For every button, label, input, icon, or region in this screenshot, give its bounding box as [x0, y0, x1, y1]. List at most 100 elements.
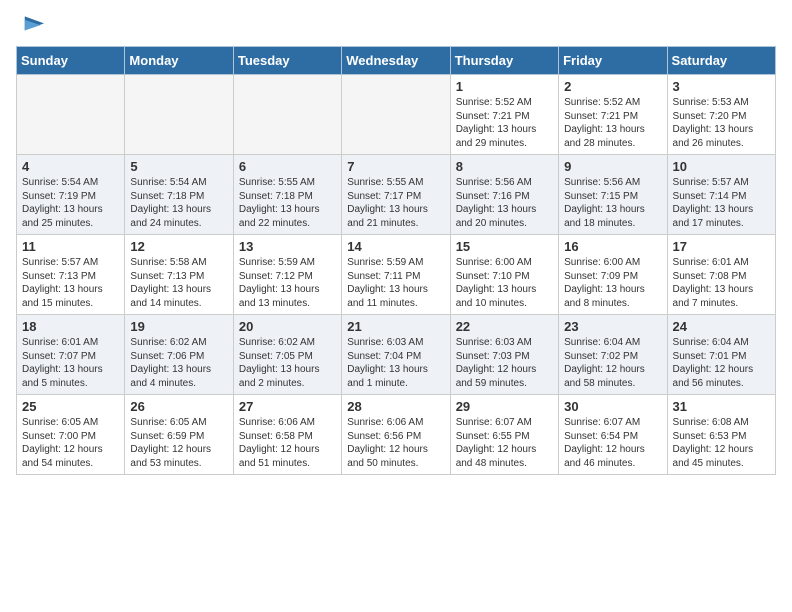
day-info: Sunrise: 6:07 AM Sunset: 6:54 PM Dayligh…	[564, 416, 661, 470]
day-number: 26	[130, 399, 227, 414]
day-number: 15	[456, 239, 553, 254]
day-info: Sunrise: 6:03 AM Sunset: 7:03 PM Dayligh…	[456, 336, 553, 390]
day-info: Sunrise: 6:00 AM Sunset: 7:09 PM Dayligh…	[564, 256, 661, 310]
day-info: Sunrise: 6:04 AM Sunset: 7:02 PM Dayligh…	[564, 336, 661, 390]
day-number: 27	[239, 399, 336, 414]
day-info: Sunrise: 5:56 AM Sunset: 7:15 PM Dayligh…	[564, 176, 661, 230]
calendar-day-cell	[17, 75, 125, 155]
calendar-day-cell: 24 Sunrise: 6:04 AM Sunset: 7:01 PM Dayli…	[667, 315, 775, 395]
day-info: Sunrise: 6:01 AM Sunset: 7:07 PM Dayligh…	[22, 336, 119, 390]
day-number: 23	[564, 319, 661, 334]
day-number: 20	[239, 319, 336, 334]
day-info: Sunrise: 6:05 AM Sunset: 6:59 PM Dayligh…	[130, 416, 227, 470]
day-info: Sunrise: 6:02 AM Sunset: 7:06 PM Dayligh…	[130, 336, 227, 390]
weekday-header-thursday: Thursday	[450, 47, 558, 75]
day-info: Sunrise: 5:55 AM Sunset: 7:18 PM Dayligh…	[239, 176, 336, 230]
day-number: 12	[130, 239, 227, 254]
calendar-week-row: 4 Sunrise: 5:54 AM Sunset: 7:19 PM Daylig…	[17, 155, 776, 235]
day-number: 24	[673, 319, 770, 334]
calendar-day-cell: 27 Sunrise: 6:06 AM Sunset: 6:58 PM Dayli…	[233, 395, 341, 475]
day-number: 16	[564, 239, 661, 254]
day-info: Sunrise: 5:59 AM Sunset: 7:11 PM Dayligh…	[347, 256, 444, 310]
calendar-day-cell: 31Sunrise: 6:08 AM Sunset: 6:53 PM Dayli…	[667, 395, 775, 475]
day-number: 14	[347, 239, 444, 254]
calendar-day-cell: 2 Sunrise: 5:52 AM Sunset: 7:21 PM Daylig…	[559, 75, 667, 155]
calendar-day-cell: 8 Sunrise: 5:56 AM Sunset: 7:16 PM Daylig…	[450, 155, 558, 235]
calendar-day-cell: 10 Sunrise: 5:57 AM Sunset: 7:14 PM Dayli…	[667, 155, 775, 235]
calendar-week-row: 25 Sunrise: 6:05 AM Sunset: 7:00 PM Dayli…	[17, 395, 776, 475]
calendar-day-cell: 22 Sunrise: 6:03 AM Sunset: 7:03 PM Dayli…	[450, 315, 558, 395]
calendar-day-cell: 16 Sunrise: 6:00 AM Sunset: 7:09 PM Dayli…	[559, 235, 667, 315]
page-header	[16, 16, 776, 36]
day-info: Sunrise: 6:06 AM Sunset: 6:56 PM Dayligh…	[347, 416, 444, 470]
day-number: 3	[673, 79, 770, 94]
calendar-day-cell: 28 Sunrise: 6:06 AM Sunset: 6:56 PM Dayli…	[342, 395, 450, 475]
calendar-week-row: 11Sunrise: 5:57 AM Sunset: 7:13 PM Dayli…	[17, 235, 776, 315]
weekday-header-sunday: Sunday	[17, 47, 125, 75]
calendar-day-cell	[233, 75, 341, 155]
day-info: Sunrise: 5:57 AM Sunset: 7:14 PM Dayligh…	[673, 176, 770, 230]
weekday-header-saturday: Saturday	[667, 47, 775, 75]
day-info: Sunrise: 5:58 AM Sunset: 7:13 PM Dayligh…	[130, 256, 227, 310]
logo	[16, 16, 48, 36]
day-number: 17	[673, 239, 770, 254]
calendar-day-cell: 12 Sunrise: 5:58 AM Sunset: 7:13 PM Dayli…	[125, 235, 233, 315]
calendar-header: SundayMondayTuesdayWednesdayThursdayFrid…	[17, 47, 776, 75]
day-number: 30	[564, 399, 661, 414]
day-info: Sunrise: 6:08 AM Sunset: 6:53 PM Dayligh…	[673, 416, 770, 470]
calendar-day-cell: 1 Sunrise: 5:52 AM Sunset: 7:21 PM Daylig…	[450, 75, 558, 155]
day-info: Sunrise: 6:01 AM Sunset: 7:08 PM Dayligh…	[673, 256, 770, 310]
calendar-week-row: 18 Sunrise: 6:01 AM Sunset: 7:07 PM Dayli…	[17, 315, 776, 395]
day-info: Sunrise: 6:06 AM Sunset: 6:58 PM Dayligh…	[239, 416, 336, 470]
calendar-day-cell: 4 Sunrise: 5:54 AM Sunset: 7:19 PM Daylig…	[17, 155, 125, 235]
day-info: Sunrise: 6:04 AM Sunset: 7:01 PM Dayligh…	[673, 336, 770, 390]
day-info: Sunrise: 5:56 AM Sunset: 7:16 PM Dayligh…	[456, 176, 553, 230]
day-number: 9	[564, 159, 661, 174]
calendar-day-cell: 7Sunrise: 5:55 AM Sunset: 7:17 PM Daylig…	[342, 155, 450, 235]
day-number: 5	[130, 159, 227, 174]
calendar-day-cell	[342, 75, 450, 155]
day-info: Sunrise: 6:00 AM Sunset: 7:10 PM Dayligh…	[456, 256, 553, 310]
weekday-header-friday: Friday	[559, 47, 667, 75]
day-info: Sunrise: 5:52 AM Sunset: 7:21 PM Dayligh…	[456, 96, 553, 150]
day-number: 1	[456, 79, 553, 94]
day-number: 10	[673, 159, 770, 174]
day-info: Sunrise: 6:05 AM Sunset: 7:00 PM Dayligh…	[22, 416, 119, 470]
day-number: 18	[22, 319, 119, 334]
day-info: Sunrise: 5:54 AM Sunset: 7:18 PM Dayligh…	[130, 176, 227, 230]
day-info: Sunrise: 5:53 AM Sunset: 7:20 PM Dayligh…	[673, 96, 770, 150]
day-info: Sunrise: 5:54 AM Sunset: 7:19 PM Dayligh…	[22, 176, 119, 230]
day-number: 11	[22, 239, 119, 254]
calendar-day-cell: 30 Sunrise: 6:07 AM Sunset: 6:54 PM Dayli…	[559, 395, 667, 475]
calendar-table: SundayMondayTuesdayWednesdayThursdayFrid…	[16, 46, 776, 475]
day-number: 28	[347, 399, 444, 414]
weekday-header-row: SundayMondayTuesdayWednesdayThursdayFrid…	[17, 47, 776, 75]
day-number: 8	[456, 159, 553, 174]
weekday-header-wednesday: Wednesday	[342, 47, 450, 75]
day-info: Sunrise: 5:59 AM Sunset: 7:12 PM Dayligh…	[239, 256, 336, 310]
calendar-day-cell: 23 Sunrise: 6:04 AM Sunset: 7:02 PM Dayli…	[559, 315, 667, 395]
calendar-day-cell: 9 Sunrise: 5:56 AM Sunset: 7:15 PM Daylig…	[559, 155, 667, 235]
calendar-day-cell: 18 Sunrise: 6:01 AM Sunset: 7:07 PM Dayli…	[17, 315, 125, 395]
calendar-day-cell: 20 Sunrise: 6:02 AM Sunset: 7:05 PM Dayli…	[233, 315, 341, 395]
day-info: Sunrise: 6:07 AM Sunset: 6:55 PM Dayligh…	[456, 416, 553, 470]
day-info: Sunrise: 5:52 AM Sunset: 7:21 PM Dayligh…	[564, 96, 661, 150]
calendar-day-cell: 17 Sunrise: 6:01 AM Sunset: 7:08 PM Dayli…	[667, 235, 775, 315]
calendar-day-cell: 5 Sunrise: 5:54 AM Sunset: 7:18 PM Daylig…	[125, 155, 233, 235]
day-info: Sunrise: 5:55 AM Sunset: 7:17 PM Dayligh…	[347, 176, 444, 230]
calendar-body: 1 Sunrise: 5:52 AM Sunset: 7:21 PM Daylig…	[17, 75, 776, 475]
day-number: 25	[22, 399, 119, 414]
logo-icon	[16, 16, 44, 36]
calendar-day-cell: 13Sunrise: 5:59 AM Sunset: 7:12 PM Dayli…	[233, 235, 341, 315]
calendar-day-cell: 21Sunrise: 6:03 AM Sunset: 7:04 PM Dayli…	[342, 315, 450, 395]
day-number: 2	[564, 79, 661, 94]
day-number: 4	[22, 159, 119, 174]
day-number: 22	[456, 319, 553, 334]
calendar-day-cell	[125, 75, 233, 155]
day-info: Sunrise: 6:02 AM Sunset: 7:05 PM Dayligh…	[239, 336, 336, 390]
calendar-day-cell: 3 Sunrise: 5:53 AM Sunset: 7:20 PM Daylig…	[667, 75, 775, 155]
day-number: 19	[130, 319, 227, 334]
day-number: 6	[239, 159, 336, 174]
calendar-day-cell: 26 Sunrise: 6:05 AM Sunset: 6:59 PM Dayli…	[125, 395, 233, 475]
calendar-day-cell: 14 Sunrise: 5:59 AM Sunset: 7:11 PM Dayli…	[342, 235, 450, 315]
